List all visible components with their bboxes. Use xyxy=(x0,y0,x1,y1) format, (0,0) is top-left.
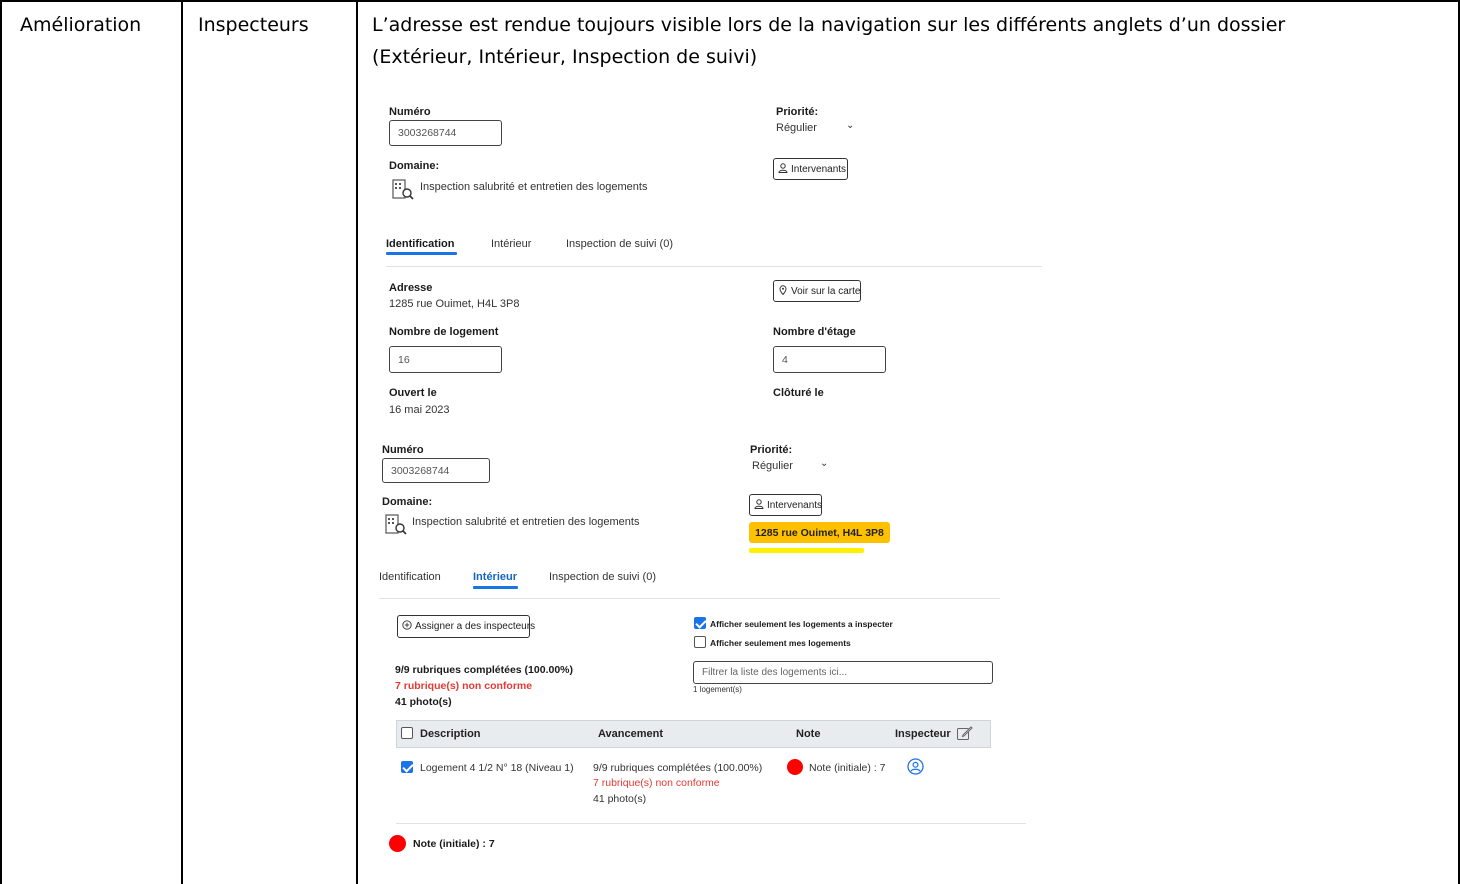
active-tab-indicator xyxy=(386,252,457,255)
tab-interieur[interactable]: Intérieur xyxy=(491,238,531,250)
description-line-2: (Extérieur, Intérieur, Inspection de sui… xyxy=(372,46,758,68)
assign-inspectors-button[interactable]: Assigner a des inspecteurs xyxy=(397,615,535,638)
row-nonconform: 7 rubrique(s) non conforme xyxy=(593,777,720,789)
note-status-dot xyxy=(787,759,803,775)
cloture-label: Clôturé le xyxy=(773,387,824,399)
intervenants-button[interactable]: Intervenants xyxy=(773,158,848,180)
logement-filter-placeholder: Filtrer la liste des logements ici... xyxy=(702,667,848,678)
domaine-label: Domaine: xyxy=(389,160,440,172)
nb-etage-value: 4 xyxy=(782,353,788,366)
building-search-icon xyxy=(391,177,415,201)
intervenants-label: Intervenants xyxy=(791,163,847,175)
map-pin-icon xyxy=(778,284,788,298)
tab-inspection-suivi[interactable]: Inspection de suivi (0) xyxy=(549,571,656,583)
edit-icon[interactable] xyxy=(956,725,973,747)
row-note: Note (initiale) : 7 xyxy=(809,762,886,774)
summary-completed: 9/9 rubriques complétées (100.00%) xyxy=(395,664,573,676)
column-avancement[interactable]: Avancement xyxy=(598,728,663,740)
nb-logement-label: Nombre de logement xyxy=(389,326,499,338)
address-banner: 1285 rue Ouimet, H4L 3P8 xyxy=(749,522,890,543)
logement-count: 1 logement(s) xyxy=(693,685,742,694)
tab-inspection-suivi[interactable]: Inspection de suivi (0) xyxy=(566,238,673,250)
nb-logement-value: 16 xyxy=(398,353,410,366)
numero-field[interactable]: 3003268744 xyxy=(382,458,490,483)
table-border-left xyxy=(0,0,2,884)
domaine-label: Domaine: xyxy=(382,496,433,508)
filter-mine-checkbox[interactable] xyxy=(694,636,706,648)
role-cell: Inspecteurs xyxy=(198,14,309,36)
domaine-value: Inspection salubrité et entretien des lo… xyxy=(412,516,640,528)
nb-etage-label: Nombre d'étage xyxy=(773,326,856,338)
row-photos: 41 photo(s) xyxy=(593,793,647,805)
footer-note: Note (initiale) : 7 xyxy=(413,838,495,850)
tab-interieur[interactable]: Intérieur xyxy=(473,571,517,583)
select-all-checkbox[interactable] xyxy=(401,727,413,739)
tab-separator xyxy=(379,598,1000,599)
assign-label: Assigner a des inspecteurs xyxy=(415,621,536,632)
filter-mine-label: Afficher seulement mes logements xyxy=(710,638,851,648)
tab-identification[interactable]: Identification xyxy=(386,238,454,250)
chevron-down-icon[interactable]: ⌄ xyxy=(846,120,854,131)
building-search-icon xyxy=(384,512,408,536)
column-note[interactable]: Note xyxy=(796,728,820,740)
tab-identification[interactable]: Identification xyxy=(379,571,441,583)
column-description[interactable]: Description xyxy=(420,728,481,740)
table-column-divider-1 xyxy=(181,0,183,884)
filter-to-inspect-label: Afficher seulement les logements a inspe… xyxy=(710,619,893,629)
nb-etage-field[interactable]: 4 xyxy=(773,346,886,373)
footer-note-dot xyxy=(389,835,406,852)
column-inspecteur[interactable]: Inspecteur xyxy=(895,728,951,740)
intervenants-button[interactable]: Intervenants xyxy=(749,494,822,516)
user-icon xyxy=(778,162,788,176)
row-checkbox[interactable] xyxy=(401,761,413,773)
table-column-divider-2 xyxy=(356,0,358,884)
active-tab-indicator xyxy=(473,586,518,589)
row-description: Logement 4 1/2 N° 18 (Niveau 1) xyxy=(420,762,574,774)
logement-filter-input[interactable]: Filtrer la liste des logements ici... xyxy=(693,661,993,684)
ouvert-label: Ouvert le xyxy=(389,387,437,399)
inspector-avatar-icon[interactable] xyxy=(907,758,924,780)
table-top-border xyxy=(0,0,1460,2)
user-icon xyxy=(754,498,764,512)
nb-logement-field[interactable]: 16 xyxy=(389,346,502,373)
row-avancement: 9/9 rubriques complétées (100.00%) xyxy=(593,762,763,774)
numero-field[interactable]: 3003268744 xyxy=(389,120,502,146)
highlight-underline xyxy=(749,548,864,553)
priorite-label: Priorité: xyxy=(750,444,793,456)
priorite-value[interactable]: Régulier xyxy=(752,460,793,472)
summary-nonconform: 7 rubrique(s) non conforme xyxy=(395,680,533,692)
voir-carte-button[interactable]: Voir sur la carte xyxy=(773,280,861,302)
document-table: Amélioration Inspecteurs L’adresse est r… xyxy=(0,0,1460,884)
plus-circle-icon xyxy=(402,620,412,633)
filter-to-inspect-checkbox[interactable] xyxy=(694,617,706,629)
voir-carte-label: Voir sur la carte xyxy=(791,285,861,297)
priorite-label: Priorité: xyxy=(776,106,819,118)
ouvert-value: 16 mai 2023 xyxy=(389,404,450,416)
numero-field-value: 3003268744 xyxy=(398,127,457,139)
summary-photos: 41 photo(s) xyxy=(395,696,452,708)
tab-separator xyxy=(386,266,1042,267)
intervenants-label: Intervenants xyxy=(767,499,823,511)
adresse-value: 1285 rue Ouimet, H4L 3P8 xyxy=(389,298,520,310)
row-separator xyxy=(396,823,1026,824)
chevron-down-icon[interactable]: ⌄ xyxy=(820,458,828,469)
domaine-value: Inspection salubrité et entretien des lo… xyxy=(420,181,648,193)
description-line-1: L’adresse est rendue toujours visible lo… xyxy=(372,14,1286,36)
numero-label: Numéro xyxy=(382,444,424,456)
adresse-label: Adresse xyxy=(389,282,433,294)
numero-field-value: 3003268744 xyxy=(391,464,450,477)
priorite-value[interactable]: Régulier xyxy=(776,122,817,134)
numero-label: Numéro xyxy=(389,106,431,118)
type-cell: Amélioration xyxy=(20,14,142,36)
